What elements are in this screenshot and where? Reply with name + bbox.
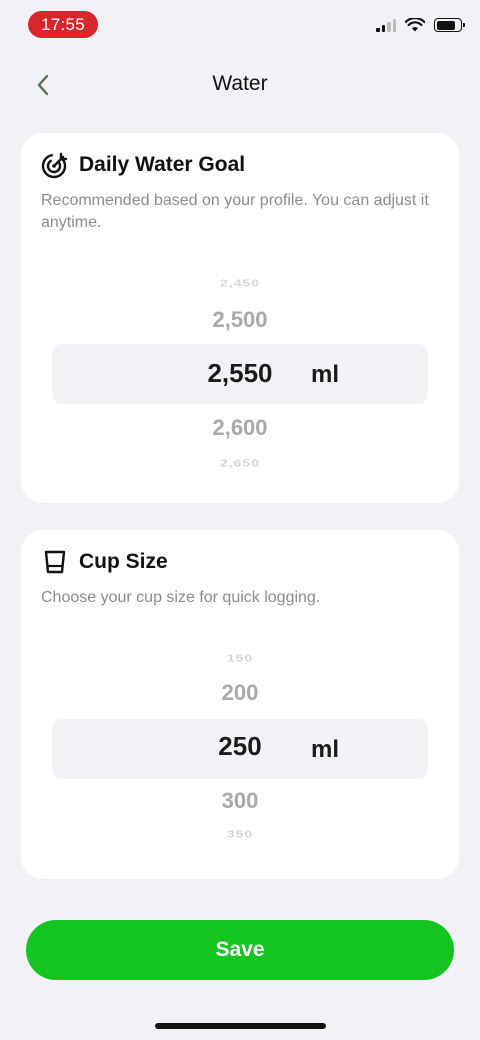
picker-option[interactable]: 350 — [21, 828, 459, 839]
picker-option[interactable]: 200 — [21, 680, 459, 706]
page-title: Water — [212, 72, 268, 95]
save-button[interactable]: Save — [26, 920, 454, 980]
picker-option[interactable]: 2,500 — [21, 307, 459, 333]
water-settings-screen: 17:55 Water Daily Water Goal Recommended… — [0, 0, 480, 1040]
cup-size-description: Choose your cup size for quick logging. — [41, 589, 321, 606]
picker-unit-label: ml — [311, 736, 340, 763]
daily-water-goal-card: Daily Water Goal Recommended based on yo… — [21, 133, 459, 503]
picker-unit-label: ml — [311, 361, 340, 388]
picker-option-selected[interactable]: 250 — [21, 731, 459, 762]
picker-option[interactable]: 150 — [21, 652, 459, 663]
cup-icon — [44, 550, 66, 574]
picker-option-selected[interactable]: 2,550 — [21, 358, 459, 389]
picker-option[interactable]: 2,600 — [21, 415, 459, 441]
cellular-signal-icon — [376, 18, 396, 32]
daily-water-goal-header: Daily Water Goal — [41, 151, 245, 179]
home-indicator — [155, 1023, 326, 1029]
picker-option[interactable]: 2,450 — [21, 277, 459, 288]
cup-size-title: Cup Size — [79, 550, 168, 573]
battery-icon — [434, 18, 465, 32]
status-bar: 17:55 — [0, 0, 480, 50]
status-time: 17:55 — [28, 11, 98, 38]
daily-water-goal-title: Daily Water Goal — [79, 153, 246, 176]
cup-size-card: Cup Size Choose your cup size for quick … — [21, 530, 459, 879]
target-icon — [41, 152, 68, 179]
picker-option[interactable]: 300 — [21, 788, 459, 814]
wifi-icon — [405, 18, 425, 32]
water-goal-picker[interactable]: 2,450 2,500 2,550 ml 2,600 2,650 — [21, 273, 459, 473]
daily-water-goal-description: Recommended based on your profile. You c… — [41, 192, 429, 231]
status-icons — [376, 18, 465, 32]
cup-size-header: Cup Size — [41, 548, 168, 576]
picker-option[interactable]: 2,650 — [21, 457, 459, 468]
nav-bar: Water — [0, 60, 480, 110]
cup-size-picker[interactable]: 150 200 250 ml 300 350 — [21, 648, 459, 848]
